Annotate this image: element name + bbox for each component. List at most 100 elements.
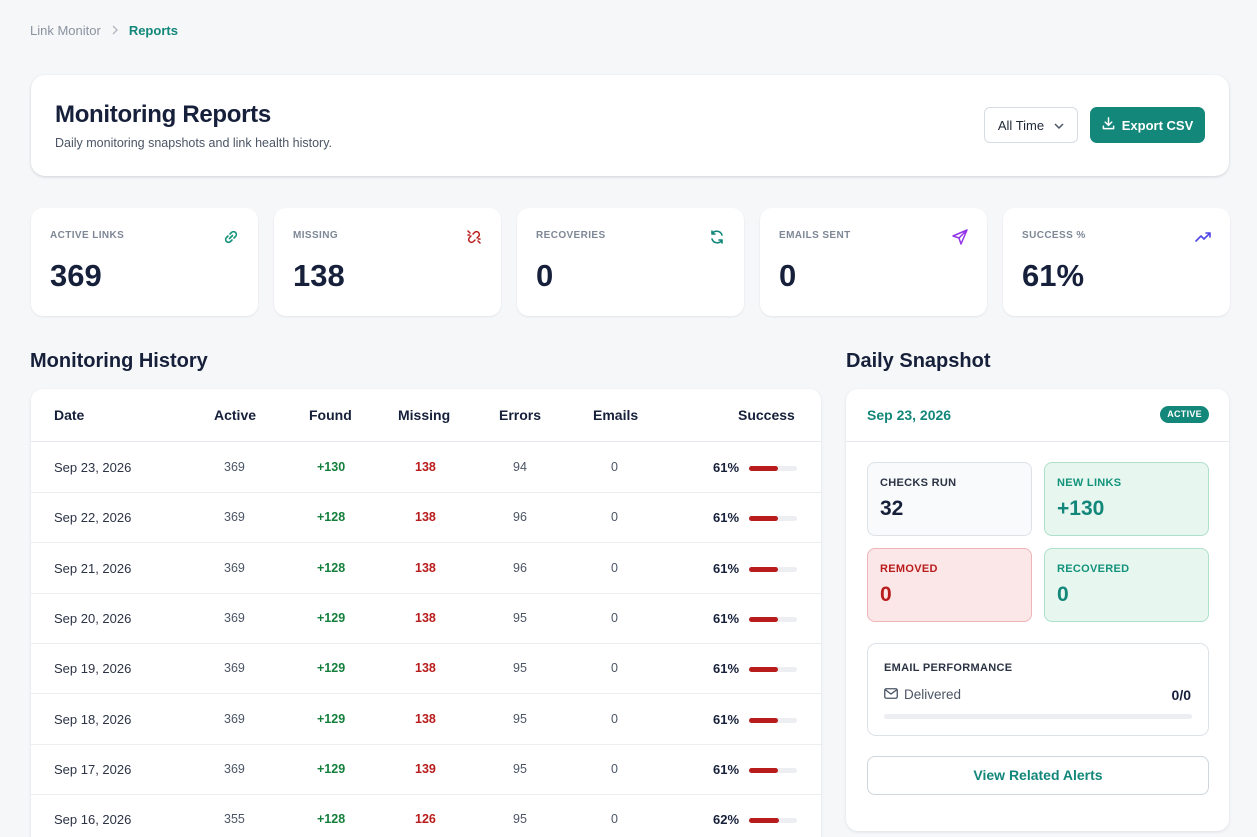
refresh-icon bbox=[708, 228, 726, 246]
table-row[interactable]: Sep 23, 2026 369 +130 138 94 0 61% bbox=[31, 442, 821, 493]
cell-found: +129 bbox=[317, 661, 346, 676]
cell-errors: 95 bbox=[513, 610, 527, 625]
tile-checks-run: CHECKS RUN 32 bbox=[867, 462, 1032, 536]
tile-label: REMOVED bbox=[880, 563, 938, 575]
cell-emails: 0 bbox=[611, 812, 618, 827]
email-delivered-label: Delivered bbox=[904, 687, 962, 702]
export-csv-label: Export CSV bbox=[1121, 117, 1194, 133]
success-bar bbox=[749, 667, 797, 673]
cell-found: +129 bbox=[317, 711, 346, 726]
cell-missing: 138 bbox=[415, 661, 436, 676]
table-row[interactable]: Sep 18, 2026 369 +129 138 95 0 61% bbox=[31, 694, 821, 745]
breadcrumb-link-monitor[interactable]: Link Monitor bbox=[30, 23, 101, 38]
cell-success: 61% bbox=[713, 510, 740, 526]
cell-found: +128 bbox=[317, 510, 346, 525]
column-header-missing[interactable]: Missing bbox=[398, 407, 450, 423]
cell-date: Sep 19, 2026 bbox=[54, 661, 132, 677]
success-bar-fill bbox=[749, 466, 779, 471]
tile-value: 0 bbox=[880, 583, 892, 606]
broken-link-icon bbox=[465, 228, 483, 246]
email-performance: EMAIL PERFORMANCE Delivered 0/0 bbox=[867, 643, 1209, 736]
breadcrumb: Link Monitor Reports bbox=[30, 23, 178, 38]
table-header: Date Active Found Missing Errors Emails … bbox=[31, 389, 821, 442]
success-bar-fill bbox=[749, 566, 779, 572]
daily-snapshot-panel: Sep 23, 2026 ACTIVE CHECKS RUN 32 NEW LI… bbox=[846, 389, 1229, 831]
stat-value: 0 bbox=[779, 258, 797, 293]
cell-found: +129 bbox=[317, 610, 346, 625]
cell-errors: 96 bbox=[513, 560, 527, 575]
view-related-alerts-button[interactable]: View Related Alerts bbox=[867, 756, 1209, 795]
table-row[interactable]: Sep 22, 2026 369 +128 138 96 0 61% bbox=[31, 492, 821, 544]
cell-found: +128 bbox=[317, 560, 346, 575]
cell-errors: 95 bbox=[513, 812, 527, 827]
stat-label: EMAILS SENT bbox=[779, 230, 851, 241]
tile-removed: REMOVED 0 bbox=[867, 548, 1032, 622]
success-bar bbox=[749, 717, 797, 723]
success-bar bbox=[749, 767, 797, 773]
cell-errors: 95 bbox=[513, 761, 527, 776]
cell-errors: 95 bbox=[513, 661, 527, 676]
table-row[interactable]: Sep 16, 2026 355 +128 126 95 0 62% bbox=[31, 794, 821, 837]
cell-success: 61% bbox=[713, 610, 740, 626]
tile-recovered: RECOVERED 0 bbox=[1044, 548, 1209, 622]
column-header-errors[interactable]: Errors bbox=[499, 407, 541, 423]
time-range-value: All Time bbox=[997, 117, 1045, 133]
stat-card-emails-sent: EMAILS SENT 0 bbox=[760, 208, 987, 316]
stat-card-success: SUCCESS % 61% bbox=[1003, 208, 1230, 316]
email-progress-bar bbox=[884, 714, 1192, 719]
snapshot-date: Sep 23, 2026 bbox=[867, 407, 952, 423]
cell-emails: 0 bbox=[611, 711, 618, 726]
cell-active: 369 bbox=[224, 460, 245, 474]
cell-date: Sep 20, 2026 bbox=[54, 610, 132, 626]
status-badge: ACTIVE bbox=[1160, 406, 1209, 423]
tile-new-links: NEW LINKS +130 bbox=[1044, 462, 1209, 536]
cell-active: 369 bbox=[224, 560, 245, 575]
page-title: Monitoring Reports bbox=[55, 101, 271, 128]
table-row[interactable]: Sep 21, 2026 369 +128 138 96 0 61% bbox=[31, 543, 821, 594]
column-header-date[interactable]: Date bbox=[54, 407, 84, 423]
success-bar bbox=[749, 466, 797, 471]
cell-found: +128 bbox=[317, 812, 346, 827]
cell-found: +130 bbox=[317, 460, 346, 474]
tile-label: NEW LINKS bbox=[1057, 477, 1122, 489]
history-table: Date Active Found Missing Errors Emails … bbox=[31, 389, 821, 837]
tile-value: 32 bbox=[880, 497, 904, 520]
cell-active: 369 bbox=[224, 610, 245, 625]
cell-success: 61% bbox=[713, 711, 740, 727]
success-bar-fill bbox=[749, 767, 779, 773]
cell-success: 61% bbox=[713, 661, 740, 677]
column-header-active[interactable]: Active bbox=[214, 407, 256, 423]
cell-emails: 0 bbox=[611, 510, 618, 525]
cell-success: 61% bbox=[713, 761, 740, 777]
cell-emails: 0 bbox=[611, 661, 618, 676]
tile-value: 0 bbox=[1057, 583, 1069, 606]
stat-label: MISSING bbox=[293, 230, 339, 241]
cell-errors: 95 bbox=[513, 711, 527, 726]
time-range-select[interactable]: All Time bbox=[984, 107, 1078, 143]
success-bar-fill bbox=[749, 516, 779, 522]
column-header-success[interactable]: Success bbox=[738, 407, 795, 423]
link-icon bbox=[222, 228, 240, 246]
export-csv-button[interactable]: Export CSV bbox=[1090, 107, 1205, 143]
cell-success: 61% bbox=[713, 560, 740, 576]
cell-emails: 0 bbox=[611, 560, 618, 575]
cell-active: 369 bbox=[224, 761, 245, 776]
column-header-emails[interactable]: Emails bbox=[593, 407, 638, 423]
cell-errors: 94 bbox=[513, 460, 527, 474]
table-row[interactable]: Sep 17, 2026 369 +129 139 95 0 61% bbox=[31, 744, 821, 795]
send-icon bbox=[951, 228, 969, 246]
table-row[interactable]: Sep 19, 2026 369 +129 138 95 0 61% bbox=[31, 643, 821, 695]
breadcrumb-current: Reports bbox=[128, 23, 178, 38]
email-delivered-count: 0/0 bbox=[1171, 687, 1191, 703]
cell-emails: 0 bbox=[611, 460, 618, 474]
cell-date: Sep 17, 2026 bbox=[54, 761, 132, 777]
chevron-right-icon bbox=[111, 24, 119, 38]
cell-active: 369 bbox=[224, 661, 245, 676]
cell-date: Sep 18, 2026 bbox=[54, 711, 132, 727]
cell-emails: 0 bbox=[611, 761, 618, 776]
column-header-found[interactable]: Found bbox=[309, 407, 352, 423]
page-header: Monitoring Reports Daily monitoring snap… bbox=[31, 75, 1229, 176]
stat-card-missing: MISSING 138 bbox=[274, 208, 501, 316]
table-row[interactable]: Sep 20, 2026 369 +129 138 95 0 61% bbox=[31, 593, 821, 644]
trending-up-icon bbox=[1194, 228, 1212, 246]
